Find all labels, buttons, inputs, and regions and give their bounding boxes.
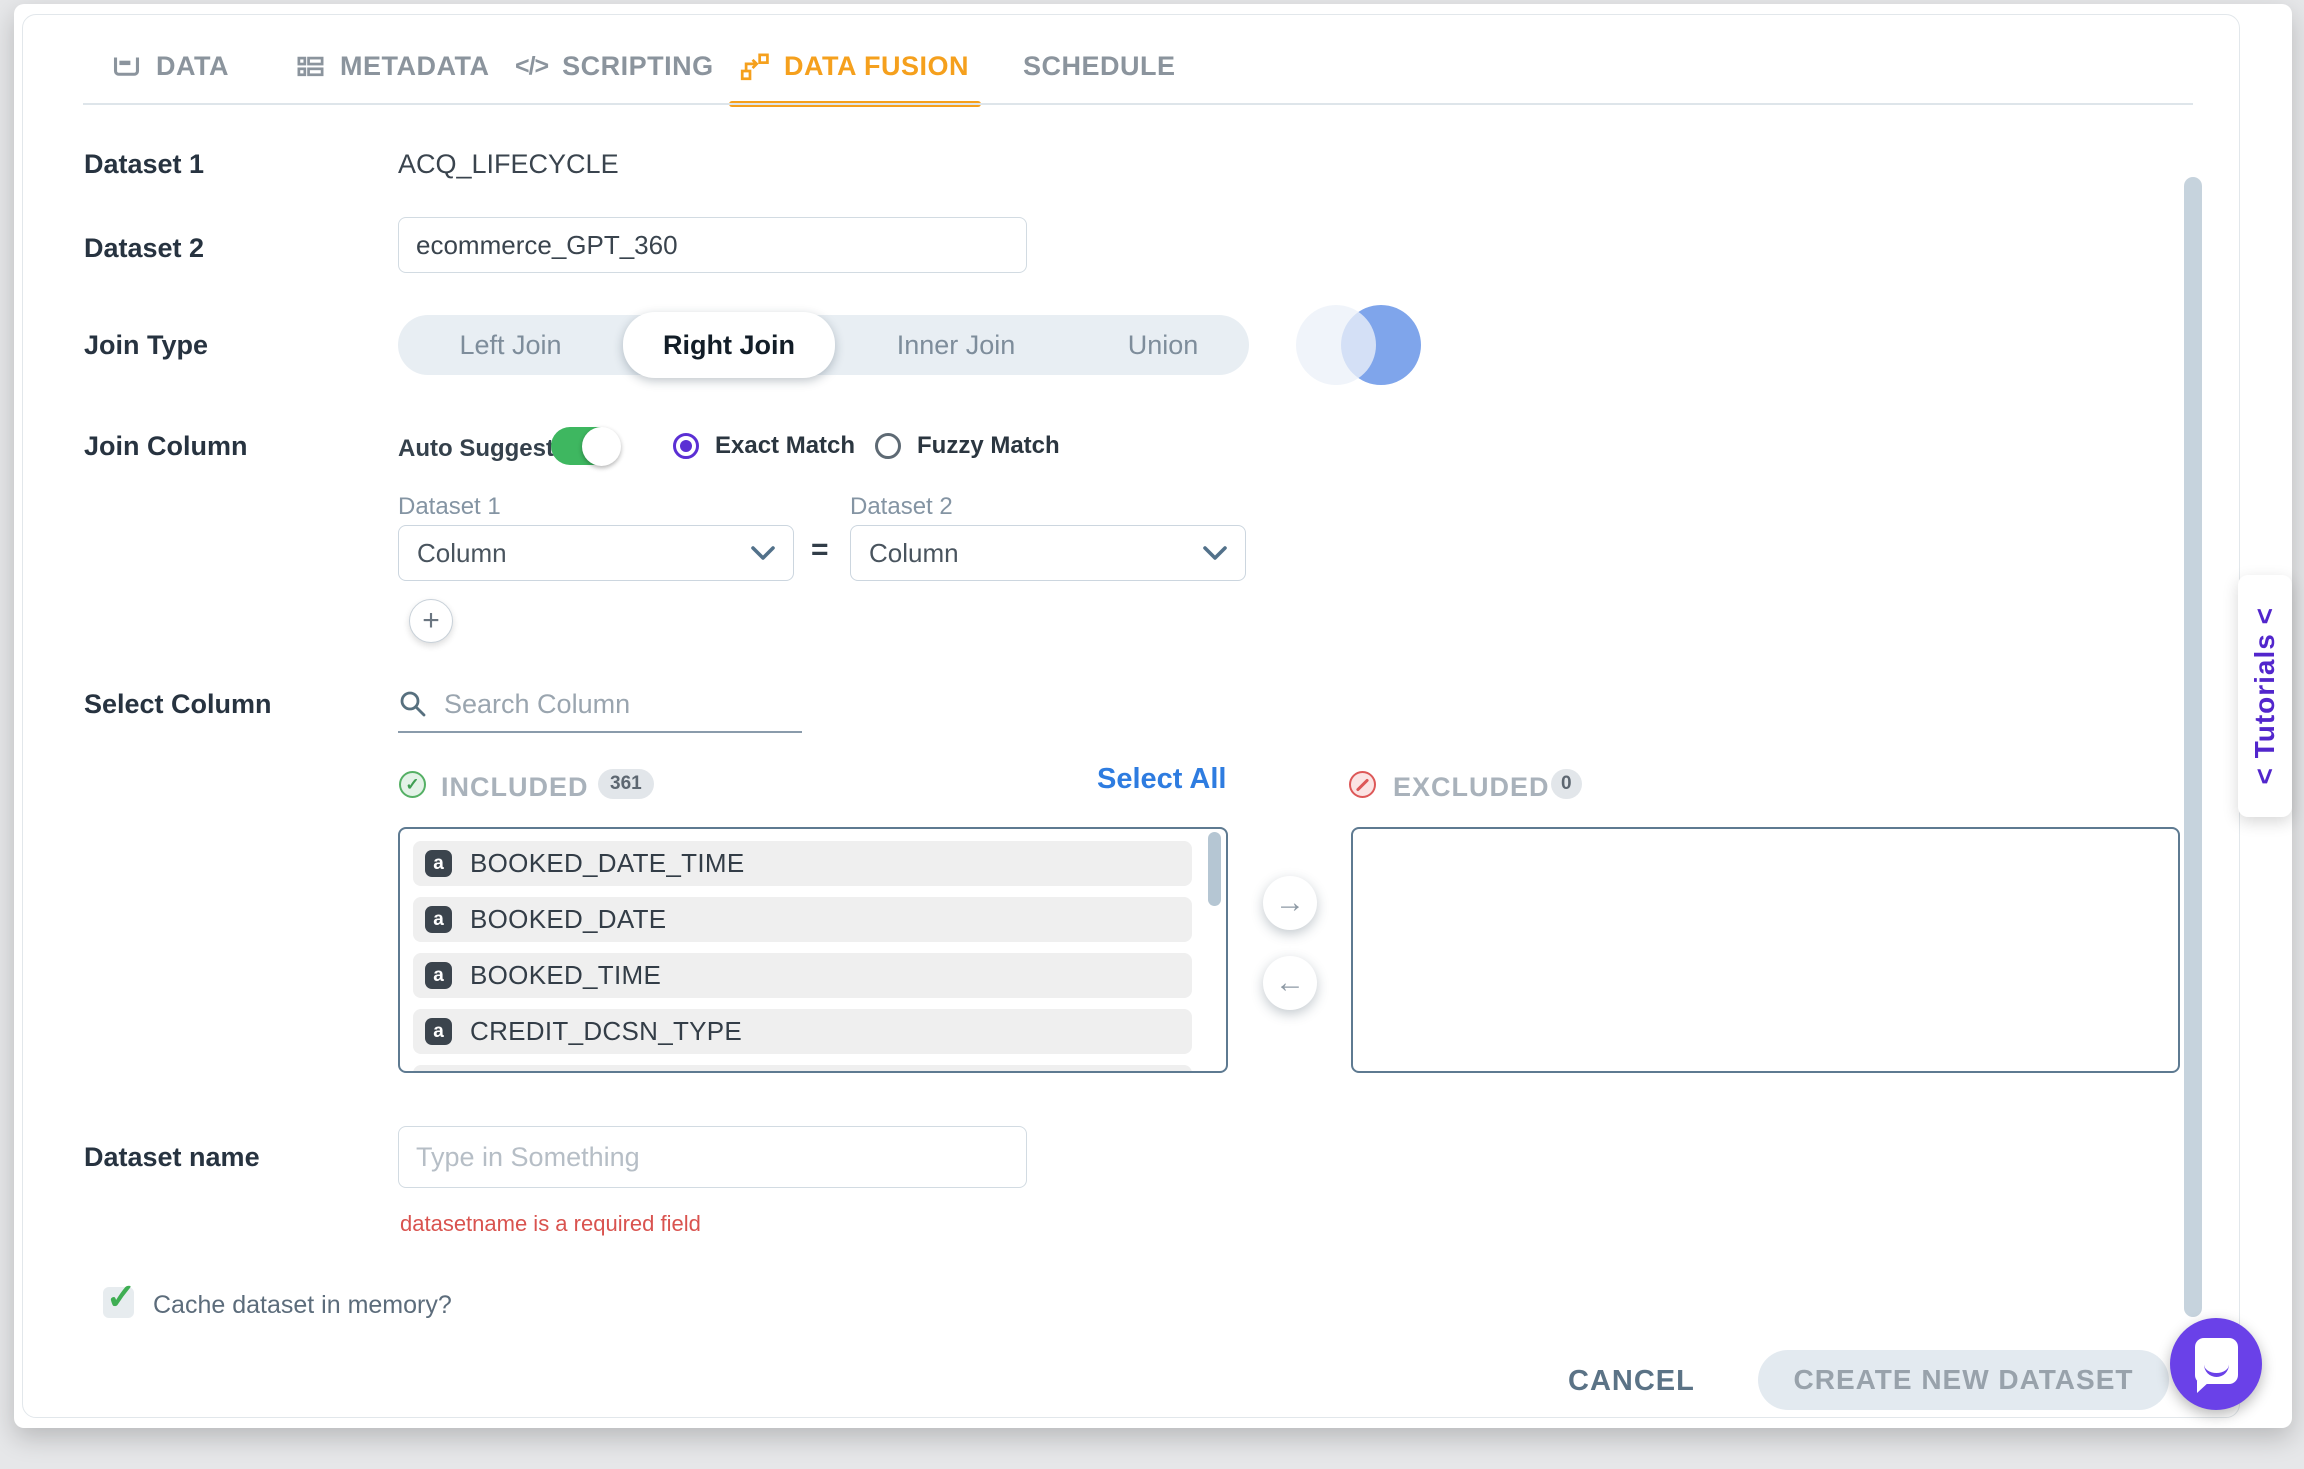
toggle-knob	[582, 427, 621, 466]
string-type-icon: a	[425, 1018, 452, 1045]
radio-dot	[680, 440, 692, 452]
included-title: INCLUDED	[441, 772, 589, 803]
dataset1-column-dropdown[interactable]: Column	[398, 525, 794, 581]
radio-label: Exact Match	[715, 432, 855, 460]
column-item[interactable]: a CREDIT_DCSN_TYPE	[413, 1009, 1192, 1054]
radio-circle	[673, 433, 699, 459]
column-item[interactable]: a BOOKED_DATE	[413, 897, 1192, 942]
join-column-label: Join Column	[84, 431, 248, 462]
tab-label: METADATA	[340, 51, 489, 82]
auto-suggest-label: Auto Suggest?	[398, 435, 569, 463]
included-check-icon: ✓	[399, 771, 426, 798]
chat-bubble-button[interactable]	[2170, 1318, 2262, 1410]
tab-data[interactable]: DATA	[111, 29, 229, 103]
column-name: BOOKED_DATE	[470, 904, 666, 935]
dataset-name-error: datasetname is a required field	[400, 1211, 701, 1237]
equals-sign: =	[811, 533, 829, 567]
join-type-left-join[interactable]: Left Join	[398, 315, 623, 375]
tab-label: DATA FUSION	[784, 51, 969, 82]
tab-label: SCRIPTING	[562, 51, 714, 82]
dataset1-value: ACQ_LIFECYCLE	[398, 149, 619, 180]
join-dataset1-label: Dataset 1	[398, 493, 501, 521]
dataset2-column-dropdown[interactable]: Column	[850, 525, 1246, 581]
chevron-down-icon	[1203, 546, 1227, 561]
move-to-included-button[interactable]: ←	[1263, 956, 1317, 1010]
list-icon	[295, 51, 326, 82]
tab-scripting[interactable]: </> SCRIPTING	[515, 29, 714, 103]
search-column-input[interactable]	[442, 688, 776, 721]
radio-fuzzy-match[interactable]: Fuzzy Match	[875, 432, 1060, 460]
select-column-label: Select Column	[84, 689, 272, 720]
right-join-venn-icon	[1296, 305, 1424, 385]
chat-icon	[2195, 1338, 2238, 1384]
panel-scrollbar[interactable]	[2184, 177, 2202, 1317]
venn-left-circle	[1296, 305, 1376, 385]
tab-data-fusion[interactable]: DATA FUSION	[739, 29, 969, 103]
select-all-link[interactable]: Select All	[1097, 763, 1226, 796]
dataset-name-input[interactable]	[398, 1126, 1027, 1188]
code-icon: </>	[515, 52, 548, 81]
add-join-condition-button[interactable]: +	[409, 599, 453, 643]
tutorials-tab[interactable]: < Tutorials <	[2238, 575, 2292, 817]
cache-checkbox-label: Cache dataset in memory?	[153, 1291, 452, 1320]
tab-metadata[interactable]: METADATA	[295, 29, 489, 103]
excluded-title: EXCLUDED	[1393, 772, 1550, 803]
column-name: BOOKED_DATE_TIME	[470, 848, 745, 879]
list-scrollbar[interactable]	[1208, 832, 1221, 906]
tab-label: SCHEDULE	[1023, 51, 1176, 82]
column-item[interactable]: a BOOKED_DATE_TIME	[413, 841, 1192, 886]
move-to-excluded-button[interactable]: →	[1263, 876, 1317, 930]
join-type-union[interactable]: Union	[1077, 315, 1249, 375]
join-dataset2-label: Dataset 2	[850, 493, 953, 521]
join-type-inner-join[interactable]: Inner Join	[835, 315, 1077, 375]
tutorials-label: < Tutorials <	[2249, 607, 2281, 784]
excluded-block-icon	[1349, 771, 1376, 798]
radio-label: Fuzzy Match	[917, 432, 1060, 460]
column-item[interactable]: a BOOKED_TIME	[413, 953, 1192, 998]
fusion-icon	[739, 51, 770, 82]
join-type-label: Join Type	[84, 330, 208, 361]
table-icon	[111, 51, 142, 82]
excluded-columns-list	[1351, 827, 2180, 1073]
auto-suggest-toggle[interactable]	[551, 427, 617, 465]
included-count-badge: 361	[598, 769, 654, 799]
smile-icon	[2204, 1360, 2229, 1377]
dropdown-value: Column	[869, 538, 959, 569]
dataset1-label: Dataset 1	[84, 149, 204, 180]
checkmark-icon: ✓	[106, 1276, 136, 1318]
slash-mark	[1356, 778, 1369, 791]
create-new-dataset-button[interactable]: CREATE NEW DATASET	[1758, 1350, 2169, 1410]
tab-label: DATA	[156, 51, 229, 82]
string-type-icon: a	[425, 850, 452, 877]
search-icon	[398, 689, 428, 719]
column-name: CREDIT_DCSN_TYPE	[470, 1016, 742, 1047]
chevron-down-icon	[751, 546, 775, 561]
dataset2-input[interactable]	[398, 217, 1027, 273]
join-type-right-join[interactable]: Right Join	[623, 312, 835, 378]
cache-checkbox[interactable]: ✓	[103, 1287, 134, 1318]
join-type-segmented-control: Left JoinRight JoinInner JoinUnion	[398, 315, 1249, 375]
excluded-count-badge: 0	[1551, 769, 1582, 799]
radio-circle	[875, 433, 901, 459]
radio-exact-match[interactable]: Exact Match	[673, 432, 855, 460]
dropdown-value: Column	[417, 538, 507, 569]
dataset-name-label: Dataset name	[84, 1142, 260, 1173]
column-name: BOOKED_TIME	[470, 960, 661, 991]
cancel-button[interactable]: CANCEL	[1568, 1365, 1695, 1398]
tab-divider	[83, 103, 2193, 105]
dataset2-label: Dataset 2	[84, 233, 204, 264]
column-item-partial[interactable]	[413, 1065, 1192, 1073]
tab-schedule[interactable]: SCHEDULE	[1023, 29, 1176, 103]
data-fusion-panel: DATA METADATA </> SCRIPTING DATA FUSION SCHED…	[22, 14, 2240, 1418]
column-search	[398, 677, 802, 733]
string-type-icon: a	[425, 906, 452, 933]
string-type-icon: a	[425, 962, 452, 989]
included-columns-list: aBOOKED_DATE_TIMEaBOOKED_DATEaBOOKED_TIM…	[398, 827, 1228, 1073]
